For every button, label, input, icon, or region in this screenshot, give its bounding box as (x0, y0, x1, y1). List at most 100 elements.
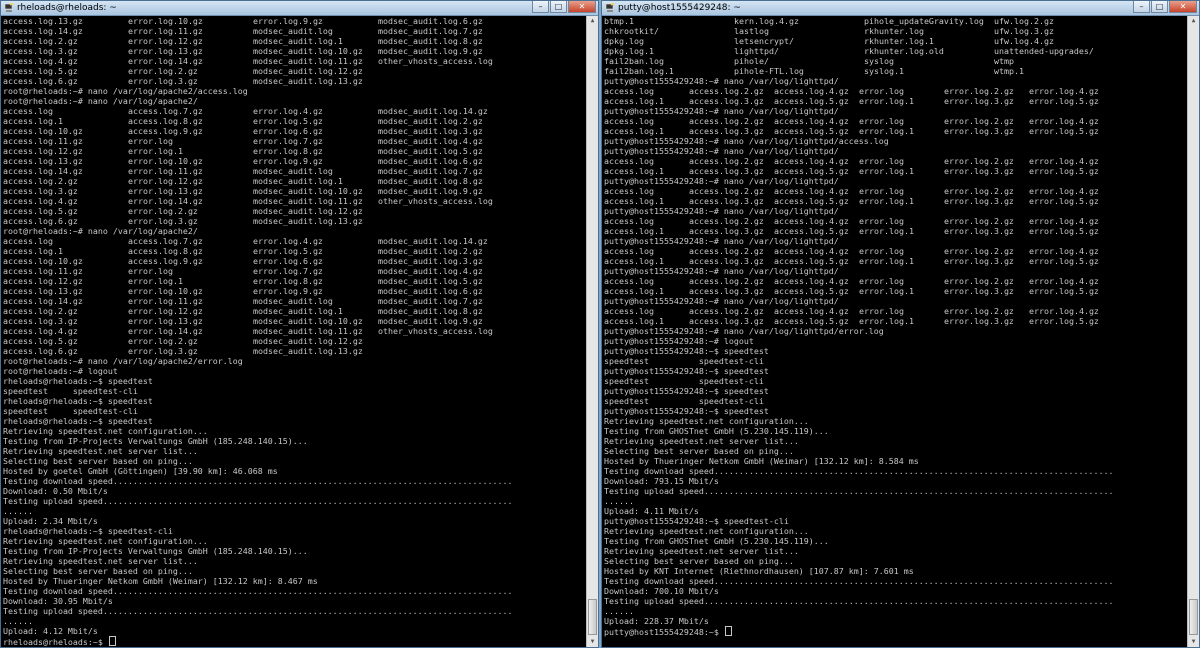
file-entry: access.log.9.gz (128, 126, 203, 136)
file-entry: access.log (604, 246, 654, 256)
line-text: Testing upload speed....................… (3, 496, 513, 506)
file-entry: access.log.3.gz (3, 316, 78, 326)
terminal-line: access.log access.log.7.gz error.log.4.gz m… (3, 106, 586, 116)
line-text: Download: 0.50 Mbit/s (3, 486, 108, 496)
file-entry: modsec_audit.log.1 (253, 176, 343, 186)
maximize-button[interactable]: □ (550, 1, 567, 13)
terminal-line: btmp.1 kern.log.4.gz pihole_updateGravity.… (604, 16, 1187, 26)
terminal-line: Retrieving speedtest.net configuration..… (604, 526, 1187, 536)
line-text: Retrieving speedtest.net server list... (604, 546, 799, 556)
file-entry: dpkg.log.1 (604, 46, 654, 56)
file-entry: error.log.12.gz (128, 36, 203, 46)
line-text: putty@host1555429248:~# nano /var/log/li… (604, 326, 884, 336)
line-text: Hosted by goetel GmbH (Göttingen) [39.90… (3, 466, 278, 476)
minimize-button[interactable]: – (532, 1, 549, 13)
minimize-button[interactable]: – (1133, 1, 1150, 13)
maximize-button[interactable]: □ (1151, 1, 1168, 13)
file-entry: error.log.3.gz (944, 166, 1014, 176)
close-button[interactable]: ✕ (568, 1, 596, 13)
line-text: Testing upload speed....................… (604, 486, 1114, 496)
line-text: Retrieving speedtest.net configuration..… (604, 416, 809, 426)
terminal-line: access.log.1 access.log.3.gz access.log.5.… (604, 256, 1187, 266)
terminal-line: root@rheloads:~# logout (3, 366, 586, 376)
file-entry: error.log (859, 216, 904, 226)
line-text: rheloads@rheloads:~$ speedtest (3, 416, 153, 426)
terminal-line: ...... (604, 496, 1187, 506)
line-text: root@rheloads:~# nano /var/log/apache2/ (3, 226, 198, 236)
line-text: speedtest speedtest-cli (604, 396, 764, 406)
file-entry: error.log.2.gz (128, 66, 198, 76)
file-entry: modsec_audit.log.8.gz (378, 306, 483, 316)
file-entry: access.log (3, 106, 53, 116)
file-entry: access.log.4.gz (3, 196, 78, 206)
line-text: Selecting best server based on ping... (3, 456, 193, 466)
line-text: root@rheloads:~# nano /var/log/apache2/a… (3, 86, 248, 96)
file-entry: modsec_audit.log.12.gz (253, 336, 363, 346)
file-entry: access.log.3.gz (689, 286, 764, 296)
file-entry: error.log.7.gz (253, 136, 323, 146)
line-text: Testing upload speed....................… (3, 606, 513, 616)
title-bar[interactable]: putty@host1555429248: ~ – □ ✕ (602, 1, 1199, 16)
scrollbar[interactable]: ▲ ▼ (1187, 16, 1199, 647)
scrollbar-thumb[interactable] (1189, 599, 1198, 635)
terminal-line: access.log.2.gz error.log.12.gz modsec_aud… (3, 306, 586, 316)
file-entry: error.log.5.gz (253, 116, 323, 126)
file-entry: rkhunter.log.old (864, 46, 944, 56)
file-entry: error.log (859, 306, 904, 316)
file-entry: error.log.11.gz (128, 296, 203, 306)
terminal-line: access.log.11.gz error.log error.log.7.gz m… (3, 136, 586, 146)
file-entry: error.log.3.gz (128, 76, 198, 86)
terminal-line: Testing upload speed....................… (604, 596, 1187, 606)
terminal-window-left[interactable]: rheloads@rheloads: ~ – □ ✕ access.log.13… (0, 0, 599, 648)
file-entry: error.log.11.gz (128, 166, 203, 176)
scroll-up-icon[interactable]: ▲ (587, 16, 598, 26)
terminal-line: Retrieving speedtest.net configuration..… (3, 536, 586, 546)
terminal-window-right[interactable]: putty@host1555429248: ~ – □ ✕ btmp.1 kern… (601, 0, 1200, 648)
close-button[interactable]: ✕ (1169, 1, 1197, 13)
line-text: rheloads@rheloads:~$ speedtest (3, 396, 153, 406)
line-text: putty@host1555429248:~$ (604, 627, 724, 637)
terminal-line: access.log.4.gz error.log.14.gz modsec_aud… (3, 326, 586, 336)
scroll-down-icon[interactable]: ▼ (1188, 637, 1199, 647)
file-entry: error.log.5.gz (1029, 96, 1099, 106)
file-entry: access.log.4.gz (3, 326, 78, 336)
file-entry: error.log.2.gz (944, 246, 1014, 256)
file-entry: modsec_audit.log.8.gz (378, 176, 483, 186)
file-entry: error.log.12.gz (128, 176, 203, 186)
file-entry: modsec_audit.log.2.gz (378, 246, 483, 256)
terminal-line: Upload: 2.34 Mbit/s (3, 516, 586, 526)
title-bar[interactable]: rheloads@rheloads: ~ – □ ✕ (1, 1, 598, 16)
file-entry: error.log.8.gz (253, 276, 323, 286)
file-entry: access.log.4.gz (774, 116, 849, 126)
line-text: Upload: 2.34 Mbit/s (3, 516, 98, 526)
line-text: ...... (3, 616, 33, 626)
file-entry: pihole_updateGravity.log (864, 16, 984, 26)
file-entry: modsec_audit.log.8.gz (378, 36, 483, 46)
file-entry: error.log.13.gz (128, 316, 203, 326)
scrollbar-thumb[interactable] (588, 599, 597, 635)
file-entry: error.log.2.gz (944, 306, 1014, 316)
terminal-line: access.log.13.gz error.log.10.gz error.log… (3, 286, 586, 296)
line-text: rheloads@rheloads:~$ (3, 637, 108, 647)
terminal-line: putty@host1555429248:~$ speedtest-cli (604, 516, 1187, 526)
file-entry: error.log.3.gz (944, 226, 1014, 236)
line-text: Download: 30.95 Mbit/s (3, 596, 113, 606)
file-entry: pihole-FTL.log (734, 66, 804, 76)
file-entry: error.log.2.gz (944, 276, 1014, 286)
scroll-up-icon[interactable]: ▲ (1188, 16, 1199, 26)
terminal-line: putty@host1555429248:~# nano /var/log/li… (604, 176, 1187, 186)
file-entry: access.log.2.gz (689, 306, 764, 316)
file-entry: access.log (3, 236, 53, 246)
file-entry: access.log.8.gz (128, 246, 203, 256)
terminal-line: speedtest speedtest-cli (3, 386, 586, 396)
file-entry: modsec_audit.log.6.gz (378, 156, 483, 166)
file-entry: modsec_audit.log.11.gz (253, 196, 363, 206)
scroll-down-icon[interactable]: ▼ (587, 637, 598, 647)
line-text: putty@host1555429248:~# nano /var/log/li… (604, 206, 839, 216)
terminal-output[interactable]: access.log.13.gz error.log.10.gz error.log… (3, 16, 586, 647)
scrollbar[interactable]: ▲ ▼ (586, 16, 598, 647)
terminal-line: Hosted by KNT Internet (Riethnordhausen)… (604, 566, 1187, 576)
file-entry: error.log (859, 156, 904, 166)
file-entry: error.log.11.gz (128, 26, 203, 36)
terminal-output[interactable]: btmp.1 kern.log.4.gz pihole_updateGravity.… (604, 16, 1187, 647)
